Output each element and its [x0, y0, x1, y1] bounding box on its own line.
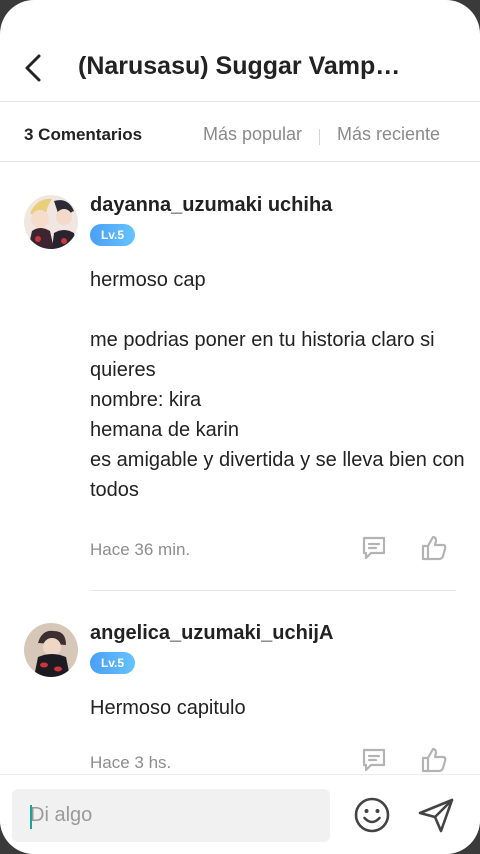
comment-divider — [90, 590, 456, 591]
like-button[interactable] — [417, 743, 451, 777]
comment-time: Hace 36 min. — [90, 540, 191, 559]
comment-text: hermoso cap me podrias poner en tu histo… — [90, 269, 465, 501]
chevron-left-icon — [25, 54, 41, 82]
tab-most-popular[interactable]: Más popular — [203, 124, 302, 145]
comment-input[interactable] — [12, 789, 330, 842]
avatar[interactable] — [24, 195, 78, 249]
text-caret — [30, 805, 32, 829]
comments-screen: (Narusasu) Suggar Vamp… 3 Comentarios Má… — [0, 0, 480, 854]
smiley-icon — [354, 797, 390, 833]
comment-composer — [0, 774, 480, 854]
avatar[interactable] — [24, 623, 78, 677]
sort-bar: 3 Comentarios Más popular Más reciente — [0, 103, 480, 162]
tab-divider — [319, 129, 320, 145]
thumbs-up-icon — [421, 747, 447, 773]
reply-icon — [362, 536, 386, 560]
comment-username[interactable]: dayanna_uzumaki uchiha — [90, 194, 332, 217]
send-icon — [418, 798, 454, 833]
level-badge: Lv.5 — [90, 224, 135, 246]
send-button[interactable] — [414, 793, 458, 837]
page-title: (Narusasu) Suggar Vamp… — [78, 52, 401, 80]
header: (Narusasu) Suggar Vamp… — [0, 0, 480, 102]
comment-text: Hermoso capitulo — [90, 697, 246, 719]
level-badge: Lv.5 — [90, 652, 135, 674]
like-button[interactable] — [417, 531, 451, 565]
reply-button[interactable] — [357, 743, 391, 777]
thumbs-up-icon — [421, 535, 447, 561]
tab-most-recent[interactable]: Más reciente — [337, 124, 440, 145]
comment-count: 3 Comentarios — [24, 125, 143, 144]
comment-time: Hace 3 hs. — [90, 753, 172, 772]
comment-username[interactable]: angelica_uzumaki_uchijA — [90, 622, 333, 645]
emoji-button[interactable] — [350, 793, 394, 837]
reply-button[interactable] — [357, 531, 391, 565]
reply-icon — [362, 748, 386, 772]
back-button[interactable] — [18, 50, 48, 86]
